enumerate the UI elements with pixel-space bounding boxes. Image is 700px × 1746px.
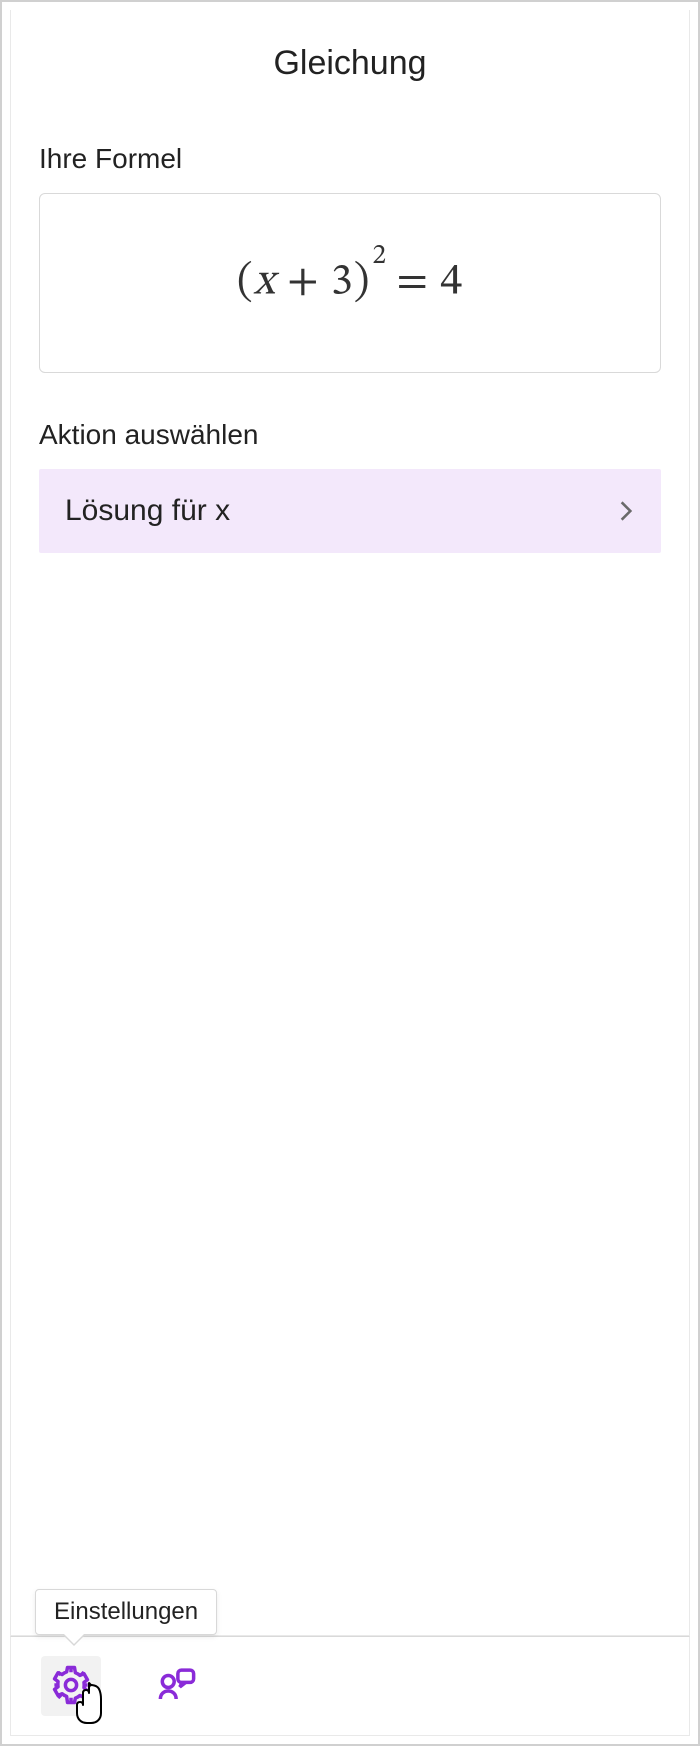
- action-section-label: Aktion auswählen: [39, 419, 661, 451]
- formula-expression: (x + 3)2 = 4: [237, 255, 463, 311]
- chevron-right-icon: [613, 498, 639, 524]
- panel-body: Gleichung Ihre Formel (x + 3)2 = 4 Aktio…: [10, 10, 690, 1636]
- settings-tooltip: Einstellungen: [35, 1589, 217, 1635]
- action-solve-for-x[interactable]: Lösung für x: [39, 469, 661, 553]
- formula-display[interactable]: (x + 3)2 = 4: [39, 193, 661, 373]
- action-label: Lösung für x: [65, 494, 230, 528]
- panel-title: Gleichung: [39, 44, 661, 83]
- feedback-icon: [156, 1664, 198, 1709]
- formula-section-label: Ihre Formel: [39, 143, 661, 175]
- bottom-toolbar: Einstellungen: [10, 1636, 690, 1736]
- feedback-button[interactable]: [147, 1656, 207, 1716]
- gear-icon: [50, 1664, 92, 1709]
- settings-button[interactable]: [41, 1656, 101, 1716]
- math-panel: Gleichung Ihre Formel (x + 3)2 = 4 Aktio…: [0, 0, 700, 1746]
